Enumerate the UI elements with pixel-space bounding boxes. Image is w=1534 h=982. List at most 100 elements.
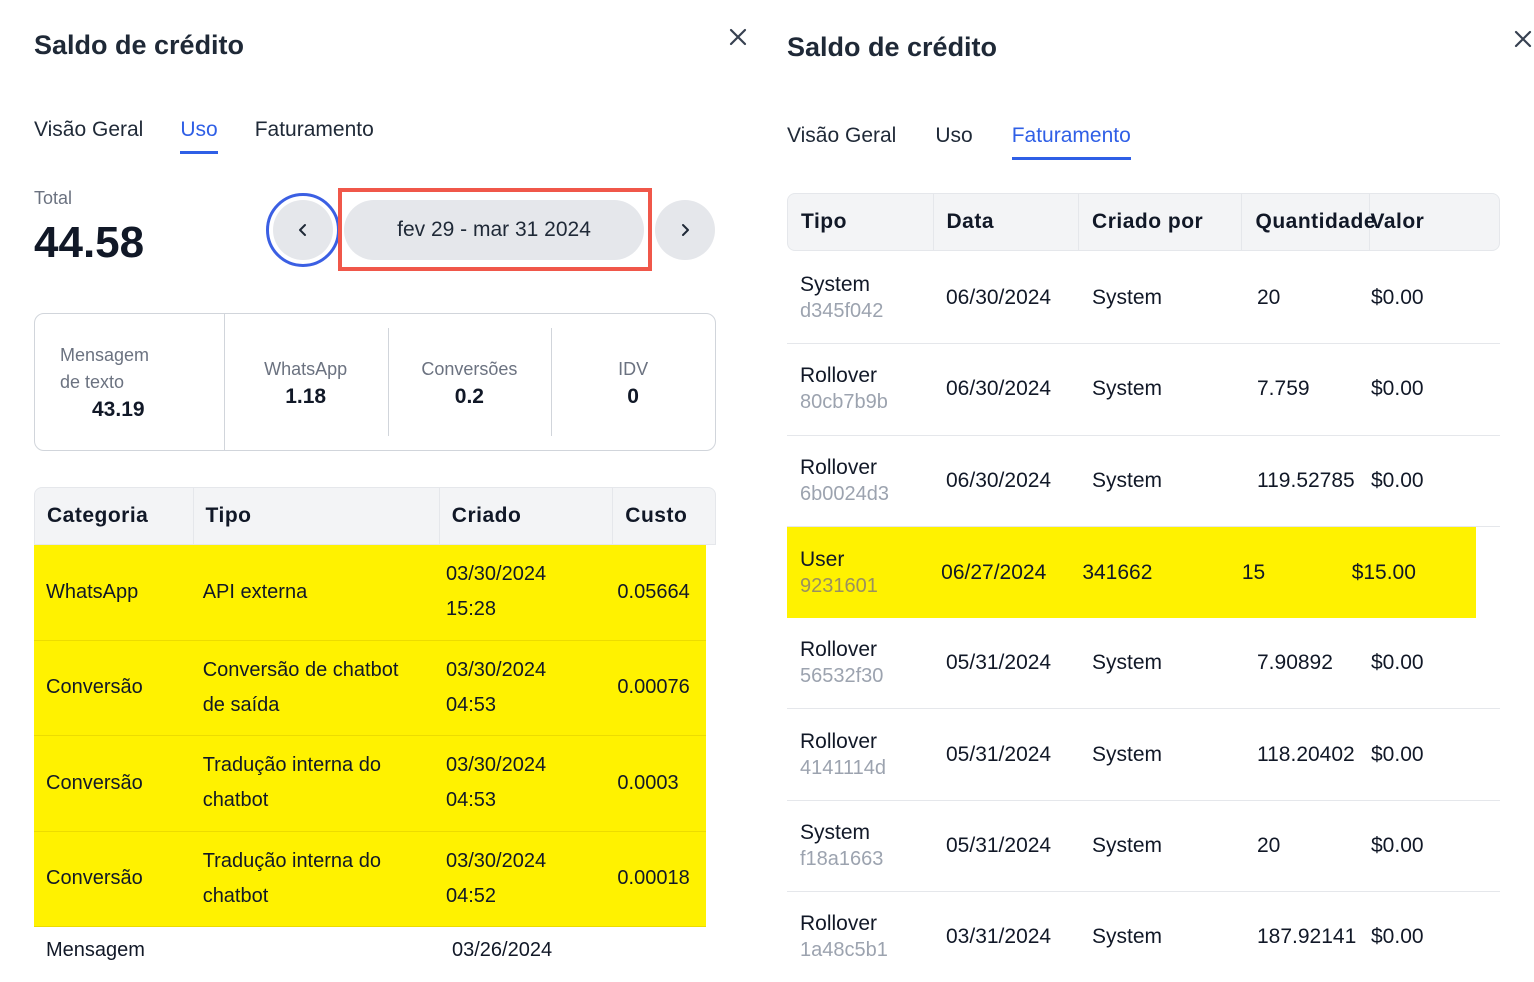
cell-created: 03/30/2024 15:28 [434, 545, 605, 640]
cell-type-name: User [800, 547, 845, 571]
cell-type-name: System [800, 820, 871, 844]
tab-usage[interactable]: Uso [935, 124, 972, 160]
tab-overview[interactable]: Visão Geral [34, 118, 143, 154]
cell-created-by: 341662 [1082, 560, 1153, 584]
cell-quantity: 15 [1241, 560, 1266, 584]
tab-billing[interactable]: Faturamento [1011, 124, 1131, 160]
cell-value: $0.00 [1371, 286, 1424, 310]
cell-date: 03/30/2024 [445, 754, 547, 777]
stat-label: Mensagem de texto [60, 342, 149, 396]
cell-time: 04:53 [445, 789, 497, 812]
cell-date: 05/31/2024 [946, 833, 1052, 857]
cell-date: 03/30/2024 [445, 849, 547, 872]
stat-value: 0 [627, 384, 639, 408]
table-row[interactable]: Rollover 56532f30 05/31/2024 System 7.90892 $… [787, 618, 1500, 710]
cell-created: 03/26/2024 [440, 927, 614, 982]
column-header-quantity[interactable]: Quantidade [1242, 194, 1376, 250]
table-row[interactable]: Mensagem API externa 03/26/2024 0.18166 [34, 927, 716, 982]
cell-type-line: Tradução interna do [202, 849, 381, 872]
column-header-type[interactable]: Tipo [194, 488, 440, 544]
cell-created-by: System [1092, 286, 1163, 310]
cell-value: $0.00 [1371, 833, 1424, 857]
table-row[interactable]: Rollover 1a48c5b1 03/31/2024 System 187.9214… [787, 892, 1500, 982]
cell-transaction-id: 56532f30 [800, 665, 884, 688]
table-row[interactable]: System f18a1663 05/31/2024 System 20 $0.00 [787, 801, 1500, 893]
tab-billing[interactable]: Faturamento [255, 118, 374, 154]
cell-transaction-id: 80cb7b9b [800, 391, 888, 414]
cell-category: Conversão [46, 771, 143, 794]
cell-type: Rollover 4141114d [787, 709, 933, 799]
cell-quantity: 7.759 [1257, 377, 1310, 401]
cell-type-line: chatbot [202, 789, 269, 812]
cell-created-by: System [1092, 377, 1163, 401]
cell-time: 04:53 [445, 693, 497, 716]
stat-conversions: Conversões 0.2 [387, 314, 552, 450]
previous-period-button[interactable] [273, 200, 333, 260]
cell-time: 04:52 [445, 884, 497, 907]
table-row[interactable]: Conversão Tradução interna do chatbot 03/30… [34, 736, 706, 832]
cell-transaction-id: f18a1663 [800, 847, 884, 870]
cell-date: 03/30/2024 [445, 658, 547, 681]
credit-balance-panel-billing: Saldo de crédito Visão Geral Uso Faturam… [760, 0, 1534, 982]
cell-cost: 0.0003 [617, 771, 679, 794]
table-row[interactable]: Conversão Conversão de chatbot de saída 03/… [34, 640, 706, 736]
table-row[interactable]: Rollover 80cb7b9b 06/30/2024 System 7.759 $0.… [787, 344, 1500, 436]
column-header-date[interactable]: Data [934, 194, 1080, 250]
cell-transaction-id: 1a48c5b1 [800, 939, 888, 962]
table-row[interactable]: Rollover 6b0024d3 06/30/2024 System 119.5278… [787, 436, 1500, 527]
cell-date: 06/30/2024 [946, 286, 1052, 310]
cell-time: 15:28 [445, 598, 497, 621]
cell-category: Conversão [46, 676, 143, 699]
cell-created: 03/30/2024 04:53 [434, 736, 605, 831]
stat-value: 0.2 [454, 384, 484, 408]
column-header-created-by[interactable]: Criado por [1079, 194, 1243, 250]
cell-type-name: Rollover [800, 729, 878, 753]
table-row[interactable]: Rollover 4141114d 05/31/2024 System 118.2040… [787, 709, 1500, 801]
stat-label-line: de texto [60, 372, 125, 392]
cell-category: Mensagem [46, 939, 145, 961]
column-header-type[interactable]: Tipo [788, 194, 934, 250]
stat-label: WhatsApp [264, 358, 348, 379]
annotation-box [338, 188, 652, 271]
cell-type: User 9231601 [787, 527, 928, 618]
cell-type: Rollover 1a48c5b1 [787, 892, 933, 982]
cell-type-name: System [800, 273, 871, 297]
cell-date: 06/30/2024 [946, 468, 1052, 492]
cell-type: System f18a1663 [787, 801, 933, 891]
cell-value: $0.00 [1371, 925, 1424, 949]
cell-cost: 0.18166 [614, 927, 716, 982]
cell-type-line: Tradução interna do [202, 754, 381, 777]
panel-title: Saldo de crédito [787, 32, 998, 62]
cell-type: Rollover 80cb7b9b [787, 344, 933, 434]
cell-value: $0.00 [1371, 651, 1424, 675]
table-row[interactable]: System d345f042 06/30/2024 System 20 $0.00 [787, 253, 1500, 345]
cell-date: 03/30/2024 [445, 563, 547, 586]
close-icon [729, 28, 747, 46]
table-row[interactable]: WhatsApp API externa 03/30/2024 15:28 0.0566… [34, 545, 706, 641]
close-button[interactable] [1512, 28, 1534, 50]
next-period-button[interactable] [655, 200, 715, 260]
table-row[interactable]: User 9231601 06/27/2024 341662 15 $15.00 [787, 526, 1476, 619]
column-header-created[interactable]: Criado [440, 488, 614, 544]
chevron-left-icon [299, 224, 306, 236]
cell-type: System d345f042 [787, 253, 933, 343]
column-header-cost[interactable]: Custo [613, 488, 715, 544]
credit-balance-panel-usage: Saldo de crédito Visão Geral Uso Faturam… [0, 0, 760, 982]
tab-overview[interactable]: Visão Geral [787, 124, 896, 160]
close-button[interactable] [727, 26, 749, 48]
stat-value: 43.19 [92, 398, 145, 421]
cell-type-line: de saída [202, 693, 280, 716]
usage-table-body: WhatsApp API externa 03/30/2024 15:28 0.0566… [34, 545, 716, 982]
close-icon [1514, 30, 1532, 48]
column-header-value[interactable]: Valor [1370, 194, 1499, 250]
table-row[interactable]: Conversão Tradução interna do chatbot 03/30… [34, 831, 706, 927]
cell-quantity: 119.52785 [1257, 468, 1355, 492]
cell-date: 06/30/2024 [946, 377, 1052, 401]
tab-usage[interactable]: Uso [180, 118, 219, 154]
column-header-category[interactable]: Categoria [35, 488, 194, 544]
stat-label-line: Mensagem [60, 345, 150, 365]
cell-created-by: System [1092, 468, 1163, 492]
cell-quantity: 20 [1257, 833, 1281, 857]
cell-type: Rollover 6b0024d3 [787, 436, 933, 526]
billing-table-body: System d345f042 06/30/2024 System 20 $0.00 Rol… [787, 253, 1500, 982]
